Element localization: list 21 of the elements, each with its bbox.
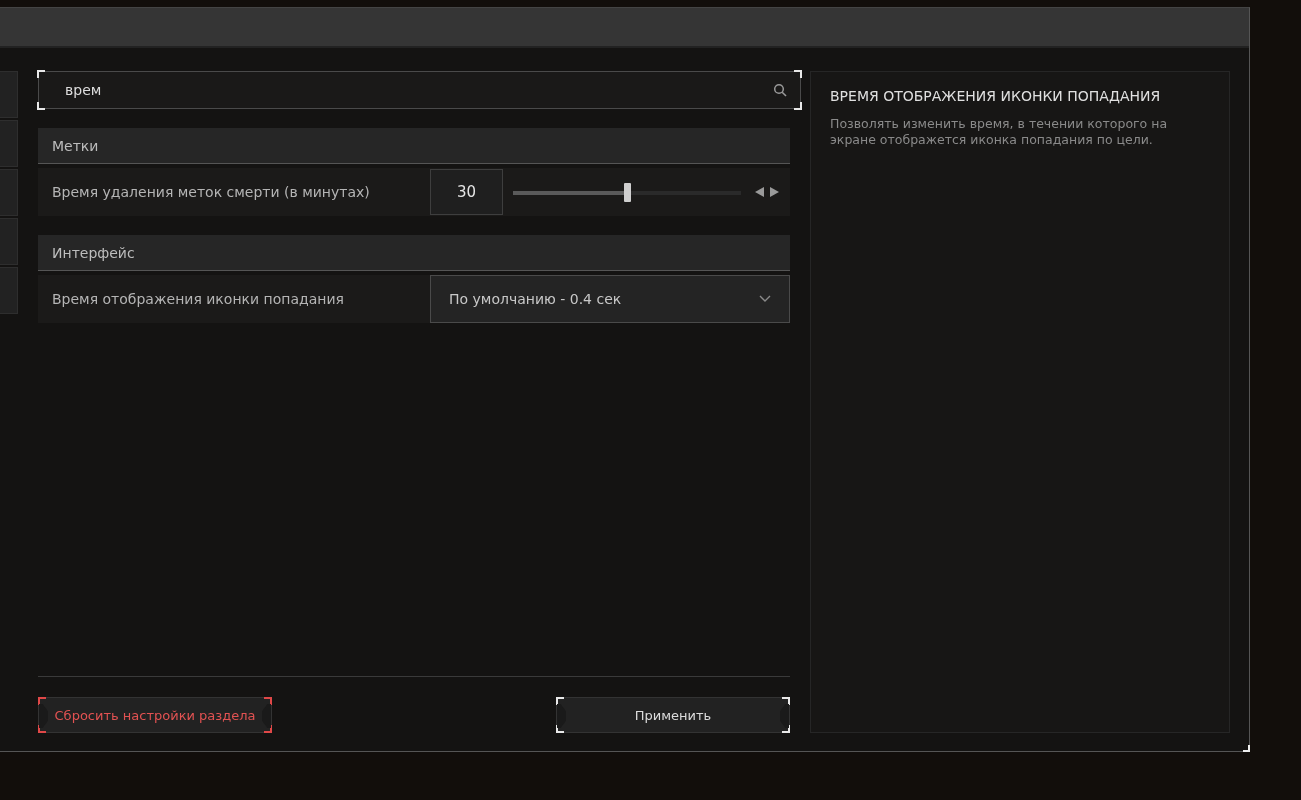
value-field[interactable]: 30 (430, 169, 503, 215)
search-field[interactable]: врем (38, 71, 801, 109)
info-description: Позволять изменить время, в течении которого на экране отображется иконка попадания по цели. (830, 116, 1169, 148)
sidebar-tab[interactable] (0, 169, 18, 216)
section-title: Метки (52, 137, 99, 154)
info-title: ВРЕМЯ ОТОБРАЖЕНИЯ ИКОНКИ ПОПАДАНИЯ (830, 88, 1162, 104)
sidebar-tab[interactable] (0, 71, 18, 118)
search-icon (773, 83, 787, 97)
dropdown[interactable]: По умолчанию - 0.4 сек (430, 275, 790, 323)
left-arrow-icon[interactable] (755, 187, 764, 197)
sidebar-tab[interactable] (0, 218, 18, 265)
right-arrow-icon[interactable] (770, 187, 779, 197)
setting-label: Время отображения иконки попадания (51, 291, 345, 307)
chevron-down-icon (759, 295, 771, 303)
slider-thumb[interactable] (624, 182, 631, 202)
reset-button[interactable]: Сбросить настройки раздела (38, 697, 272, 733)
sidebar-tab[interactable] (0, 267, 18, 314)
sidebar-tab[interactable] (0, 120, 18, 167)
section-title: Интерфейс (52, 244, 135, 261)
apply-button[interactable]: Применить (556, 697, 790, 733)
setting-label: Время удаления меток смерти (в минутах) (51, 184, 371, 200)
